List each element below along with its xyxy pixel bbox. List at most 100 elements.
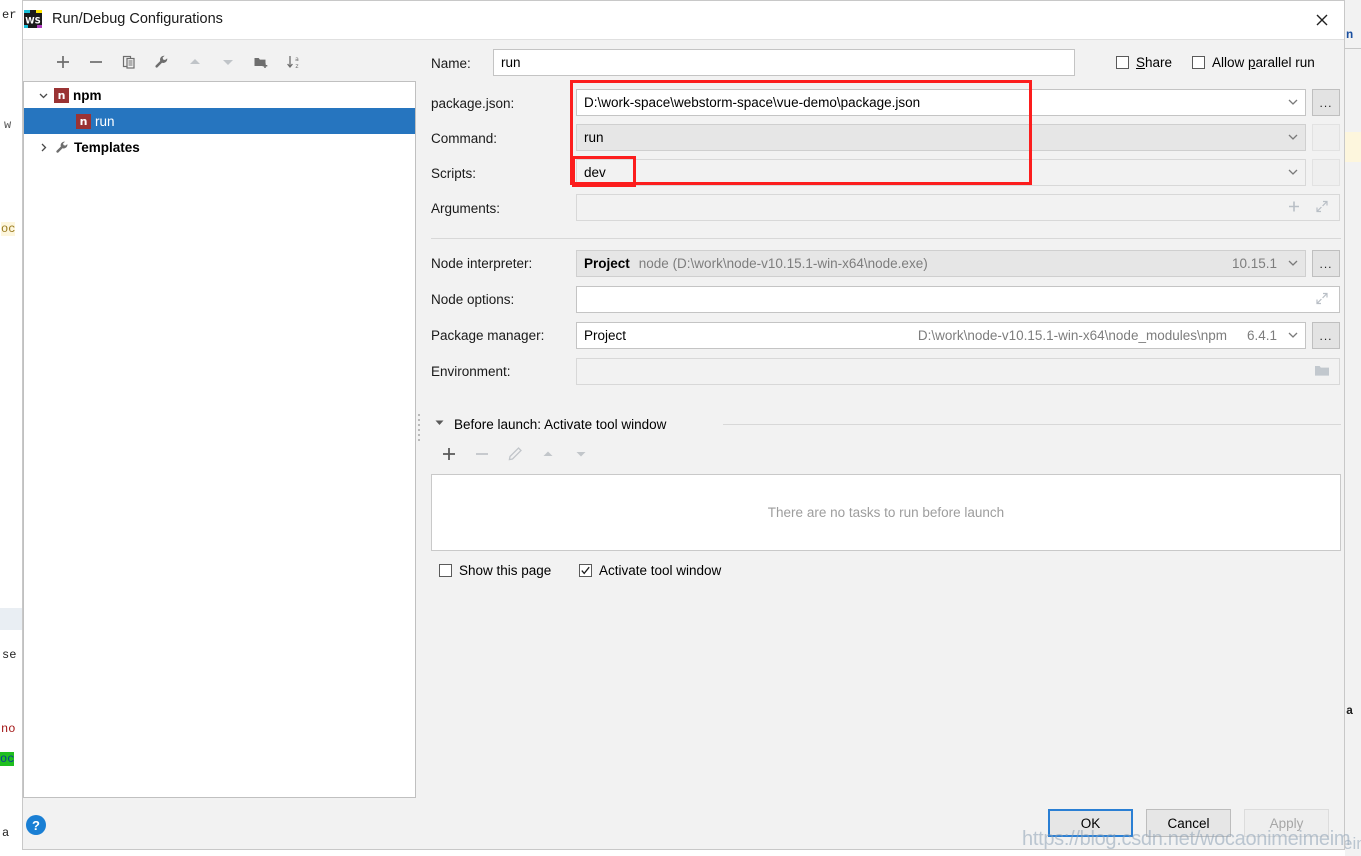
- allow-parallel-run-checkbox-label: Allow parallel run: [1212, 55, 1315, 70]
- configurations-tree[interactable]: n npm n run Templates: [23, 81, 416, 798]
- background-editor-right: n a eim: [1345, 0, 1361, 856]
- wrench-icon: [154, 54, 170, 73]
- move-task-up-button[interactable]: [534, 442, 562, 468]
- package-manager-combo[interactable]: Project D:\work\node-v10.15.1-win-x64\no…: [576, 322, 1306, 349]
- chevron-down-icon[interactable]: [1287, 165, 1299, 180]
- mnemonic-letter: S: [1136, 55, 1146, 70]
- node-interpreter-version: 10.15.1: [1231, 256, 1277, 271]
- svg-text:WS: WS: [25, 17, 41, 27]
- environment-label: Environment:: [431, 364, 511, 379]
- node-options-input[interactable]: [576, 286, 1340, 313]
- activate-tool-window-checkbox[interactable]: Activate tool window: [579, 563, 721, 578]
- package-manager-browse-button[interactable]: ...: [1312, 322, 1340, 349]
- tree-item-label: npm: [73, 87, 102, 103]
- dialog-titlebar: WS Run/Debug Configurations: [23, 1, 1344, 40]
- copy-configuration-button[interactable]: [115, 49, 143, 77]
- edit-templates-button[interactable]: [148, 49, 176, 77]
- share-checkbox[interactable]: Share: [1116, 55, 1172, 70]
- background-editor-left: er w oc se no oc a: [0, 0, 22, 856]
- folder-icon[interactable]: [1314, 363, 1330, 380]
- before-launch-task-list[interactable]: There are no tasks to run before launch: [431, 474, 1341, 551]
- label-rest: arallel run: [1255, 55, 1315, 70]
- move-task-down-button[interactable]: [567, 442, 595, 468]
- package-json-combo[interactable]: D:\work-space\webstorm-space\vue-demo\pa…: [576, 89, 1306, 116]
- webstorm-icon: WS: [23, 9, 43, 29]
- new-folder-button[interactable]: [247, 49, 275, 77]
- plus-icon[interactable]: [1287, 199, 1301, 216]
- add-configuration-button[interactable]: [49, 49, 77, 77]
- help-button[interactable]: ?: [26, 815, 46, 835]
- bg-fragment: oc: [1, 222, 16, 236]
- node-interpreter-label: Node interpreter:: [431, 256, 533, 271]
- panel-splitter[interactable]: [418, 411, 423, 451]
- command-combo[interactable]: run: [576, 124, 1306, 151]
- arrow-down-icon: [220, 54, 236, 73]
- checkbox-box: [579, 564, 592, 577]
- allow-parallel-run-checkbox[interactable]: Allow parallel run: [1192, 55, 1315, 70]
- expand-icon[interactable]: [1315, 291, 1329, 308]
- bg-fragment: se: [2, 648, 17, 662]
- remove-configuration-button[interactable]: [82, 49, 110, 77]
- sort-configurations-button[interactable]: a z: [280, 49, 308, 77]
- bg-strip: [0, 608, 22, 630]
- remove-task-button[interactable]: [468, 442, 496, 468]
- arguments-label: Arguments:: [431, 201, 501, 216]
- npm-icon: n: [54, 87, 69, 103]
- command-browse-button[interactable]: [1312, 124, 1340, 151]
- node-interpreter-combo[interactable]: Project node (D:\work\node-v10.15.1-win-…: [576, 250, 1306, 277]
- package-json-label: package.json:: [431, 96, 515, 111]
- tree-item-npm[interactable]: n npm: [24, 82, 415, 108]
- pencil-icon: [507, 446, 523, 465]
- arrow-up-icon: [187, 54, 203, 73]
- run-debug-configurations-dialog: WS Run/Debug Configurations a z n npm n …: [22, 0, 1345, 850]
- scripts-browse-button[interactable]: [1312, 159, 1340, 186]
- cancel-button[interactable]: Cancel: [1146, 809, 1231, 837]
- chevron-down-icon[interactable]: [1287, 328, 1299, 343]
- show-this-page-checkbox[interactable]: Show this page: [439, 563, 551, 578]
- edit-task-button[interactable]: [501, 442, 529, 468]
- apply-button: Apply: [1244, 809, 1329, 837]
- arrow-down-icon: [573, 446, 589, 465]
- label-pre: Allow: [1212, 55, 1249, 70]
- package-manager-primary: Project: [584, 328, 627, 343]
- expand-icon[interactable]: [1315, 199, 1329, 216]
- show-this-page-label: Show this page: [459, 563, 552, 578]
- configurations-toolbar: a z: [31, 49, 301, 79]
- scripts-combo[interactable]: dev: [576, 159, 1306, 186]
- bg-fragment: no: [1, 722, 16, 736]
- tree-item-templates[interactable]: Templates: [24, 134, 415, 160]
- environment-input[interactable]: [576, 358, 1340, 385]
- add-task-button[interactable]: [435, 442, 463, 468]
- svg-text:a: a: [295, 56, 299, 63]
- name-input[interactable]: run: [493, 49, 1075, 76]
- move-up-button[interactable]: [181, 49, 209, 77]
- package-manager-label: Package manager:: [431, 328, 545, 343]
- arguments-input[interactable]: [576, 194, 1340, 221]
- scripts-label: Scripts:: [431, 166, 477, 181]
- node-interpreter-secondary: node (D:\work\node-v10.15.1-win-x64\node…: [638, 256, 928, 271]
- bg-fragment: er: [2, 8, 17, 22]
- bg-fragment: w: [4, 118, 12, 132]
- label-rest: hare: [1145, 55, 1173, 70]
- arrow-up-icon: [540, 446, 556, 465]
- bg-fragment: oc: [0, 752, 15, 766]
- copy-icon: [121, 54, 137, 73]
- close-icon: [1314, 12, 1330, 28]
- tree-item-run[interactable]: n run: [24, 108, 415, 134]
- chevron-down-icon[interactable]: [433, 416, 446, 432]
- node-options-label: Node options:: [431, 292, 515, 307]
- package-json-browse-button[interactable]: ...: [1312, 89, 1340, 116]
- node-interpreter-browse-button[interactable]: ...: [1312, 250, 1340, 277]
- chevron-down-icon[interactable]: [1287, 95, 1299, 110]
- before-launch-header[interactable]: Before launch: Activate tool window: [433, 416, 666, 432]
- chevron-down-icon[interactable]: [1287, 130, 1299, 145]
- close-button[interactable]: [1299, 1, 1344, 38]
- chevron-down-icon[interactable]: [1287, 256, 1299, 271]
- bg-fragment: eim: [1345, 834, 1361, 853]
- chevron-right-icon[interactable]: [32, 142, 54, 153]
- ok-button[interactable]: OK: [1048, 809, 1133, 837]
- chevron-down-icon[interactable]: [32, 90, 54, 101]
- before-launch-separator: [723, 424, 1341, 425]
- plus-icon: [441, 446, 457, 465]
- move-down-button[interactable]: [214, 49, 242, 77]
